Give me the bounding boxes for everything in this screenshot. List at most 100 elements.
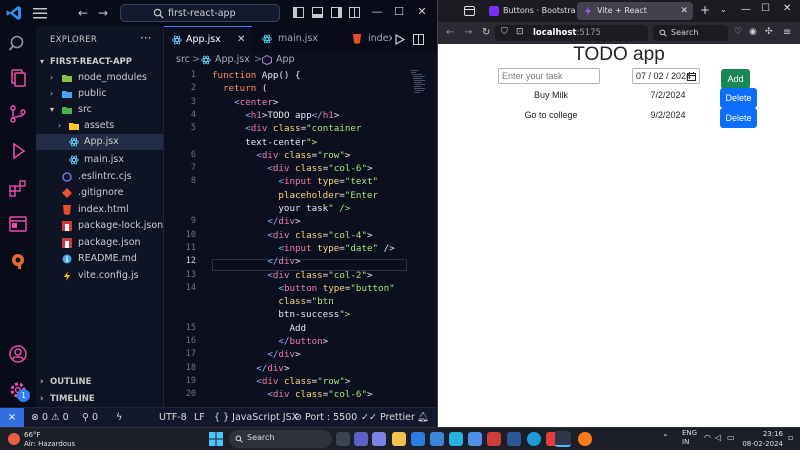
store-icon[interactable] bbox=[411, 432, 425, 446]
word-icon[interactable] bbox=[507, 432, 521, 446]
tray-overflow-icon[interactable]: ⌃ bbox=[662, 433, 669, 442]
split-editor-icon[interactable] bbox=[413, 34, 424, 45]
tree-item-package-lock[interactable]: package-lock.json bbox=[36, 218, 163, 234]
language-mode[interactable]: { } JavaScript JSX bbox=[214, 412, 298, 423]
maximize-icon[interactable]: ☐ bbox=[392, 5, 406, 18]
browser-tab-vite-react[interactable]: Vite + React ✕ bbox=[577, 2, 693, 20]
notification-icon[interactable]: ▫ bbox=[788, 433, 793, 442]
menu-icon[interactable] bbox=[33, 7, 47, 19]
source-control-icon[interactable] bbox=[8, 104, 28, 124]
explorer-icon[interactable] bbox=[8, 68, 28, 88]
teams-chat-icon[interactable] bbox=[354, 432, 368, 446]
toggle-sidebar-icon[interactable] bbox=[293, 7, 304, 18]
extensions-icon[interactable] bbox=[8, 178, 28, 198]
list-tabs-icon[interactable]: ⌄ bbox=[720, 5, 727, 14]
remote-indicator-icon[interactable]: ⨯ bbox=[0, 408, 24, 427]
minimize-icon[interactable]: — bbox=[741, 4, 751, 15]
reload-icon[interactable]: ↻ bbox=[482, 27, 490, 38]
tree-item-public[interactable]: › public bbox=[36, 86, 163, 102]
vscode-taskbar-icon[interactable] bbox=[555, 431, 571, 447]
vscode-logo-icon[interactable] bbox=[6, 5, 22, 21]
timeline-section[interactable]: › TIMELINE bbox=[36, 391, 163, 407]
edge-icon[interactable] bbox=[527, 432, 541, 446]
wifi-icon[interactable]: ◠ bbox=[704, 433, 711, 442]
menu-icon[interactable]: ≡ bbox=[783, 27, 791, 38]
photos-icon[interactable] bbox=[449, 432, 463, 446]
tree-item-assets[interactable]: › assets bbox=[36, 118, 163, 134]
task-view-icon[interactable] bbox=[336, 432, 350, 446]
mcafee-icon[interactable] bbox=[487, 432, 501, 446]
tree-item-src[interactable]: ▾ src bbox=[36, 102, 163, 118]
close-icon[interactable]: ✕ bbox=[415, 5, 429, 18]
back-arrow-icon[interactable]: ← bbox=[446, 27, 454, 38]
run-debug-icon[interactable] bbox=[8, 141, 28, 161]
tab-index-html[interactable]: index bbox=[342, 26, 392, 52]
add-button[interactable]: Add bbox=[721, 69, 750, 89]
minimize-icon[interactable]: — bbox=[370, 5, 384, 18]
tree-item-readme[interactable]: README.md bbox=[36, 251, 163, 267]
forward-arrow-icon[interactable]: → bbox=[98, 6, 108, 20]
encoding-indicator[interactable]: UTF-8 bbox=[159, 412, 187, 423]
close-icon[interactable]: ✕ bbox=[783, 3, 791, 14]
tree-item-package-json[interactable]: package.json bbox=[36, 235, 163, 251]
tree-item-eslintrc[interactable]: .eslintrc.cjs bbox=[36, 169, 163, 185]
search-icon[interactable] bbox=[8, 34, 28, 54]
eol-indicator[interactable]: LF bbox=[194, 412, 205, 423]
firefox-icon[interactable] bbox=[578, 432, 592, 446]
account-icon[interactable] bbox=[8, 344, 28, 364]
delete-button[interactable]: Delete bbox=[720, 108, 757, 128]
file-explorer-icon[interactable] bbox=[392, 432, 406, 446]
tree-item-vite-config[interactable]: vite.config.js bbox=[36, 268, 163, 284]
task-input[interactable] bbox=[498, 68, 600, 84]
run-icon[interactable] bbox=[395, 34, 405, 45]
mail-icon[interactable] bbox=[430, 432, 444, 446]
tree-item-app-jsx[interactable]: App.jsx bbox=[36, 134, 163, 150]
search-bar[interactable]: Search bbox=[653, 25, 728, 41]
code-editor[interactable]: function App() { return ( <center> <h1>T… bbox=[212, 68, 408, 407]
browser-tab-bootstrap[interactable]: Buttons · Bootstrap v5. bbox=[483, 2, 575, 20]
live-server-port[interactable]: ⊘ Port : 5500 bbox=[294, 412, 357, 423]
minimap[interactable] bbox=[408, 68, 428, 128]
breadcrumb-item[interactable]: src bbox=[176, 52, 190, 68]
shield-icon[interactable]: ⛉ bbox=[501, 27, 508, 37]
windows-start-icon[interactable] bbox=[209, 432, 223, 446]
tree-item-main-jsx[interactable]: main.jsx bbox=[36, 152, 163, 168]
prettier-status[interactable]: ✓✓ Prettier bbox=[361, 412, 415, 423]
taskbar-search[interactable]: Search bbox=[229, 430, 332, 448]
app-icon[interactable] bbox=[468, 432, 482, 446]
close-tab-icon[interactable]: ✕ bbox=[237, 27, 245, 53]
toggle-panel-icon[interactable] bbox=[312, 7, 323, 18]
notifications-bell-icon[interactable]: 🔔︎ bbox=[417, 412, 429, 423]
delete-button[interactable]: Delete bbox=[720, 88, 757, 108]
problems-indicator[interactable]: ⊗ 0 ⚠ 0 bbox=[31, 412, 69, 423]
tree-item-node-modules[interactable]: › node_modules bbox=[36, 70, 163, 86]
extensions-icon[interactable]: ✣ bbox=[765, 27, 773, 37]
maximize-icon[interactable]: ☐ bbox=[761, 3, 770, 14]
tree-item-index-html[interactable]: index.html bbox=[36, 202, 163, 218]
customize-layout-icon[interactable] bbox=[349, 7, 360, 18]
back-arrow-icon[interactable]: ← bbox=[78, 6, 88, 20]
tab-main-jsx[interactable]: main.jsx bbox=[252, 26, 342, 52]
pocket-icon[interactable]: ♡ bbox=[734, 27, 742, 37]
volume-icon[interactable]: ◁ bbox=[715, 433, 721, 442]
weather-widget[interactable]: 66°F Air: Hazardous bbox=[8, 430, 78, 450]
language-indicator[interactable]: ENG IN bbox=[682, 429, 697, 447]
feedback-icon[interactable]: ϟ bbox=[116, 412, 122, 423]
account-icon[interactable]: ◉ bbox=[749, 27, 757, 37]
clock[interactable]: 23:16 08-02-2024 bbox=[739, 429, 783, 449]
firefox-view-icon[interactable] bbox=[464, 6, 475, 16]
address-bar[interactable]: ⛉ ⊡ localhost:5175 bbox=[495, 25, 648, 41]
quokka-icon[interactable] bbox=[8, 251, 28, 271]
tab-app-jsx[interactable]: App.jsx ✕ bbox=[164, 26, 252, 52]
breadcrumb-item[interactable]: App.jsx bbox=[215, 52, 250, 68]
toggle-secondary-sidebar-icon[interactable] bbox=[331, 7, 342, 18]
remote-explorer-icon[interactable] bbox=[8, 214, 28, 234]
breadcrumb-item[interactable]: App bbox=[276, 52, 295, 68]
ports-indicator[interactable]: ⚲ 0 bbox=[82, 412, 98, 423]
date-input[interactable]: 07 / 02 / 2024 bbox=[632, 68, 700, 84]
forward-arrow-icon[interactable]: → bbox=[464, 27, 472, 38]
more-actions-icon[interactable]: ··· bbox=[140, 31, 151, 45]
battery-icon[interactable]: ▭ bbox=[727, 433, 735, 442]
outline-section[interactable]: › OUTLINE bbox=[36, 374, 163, 390]
command-center-search[interactable]: first-react-app bbox=[120, 4, 280, 22]
